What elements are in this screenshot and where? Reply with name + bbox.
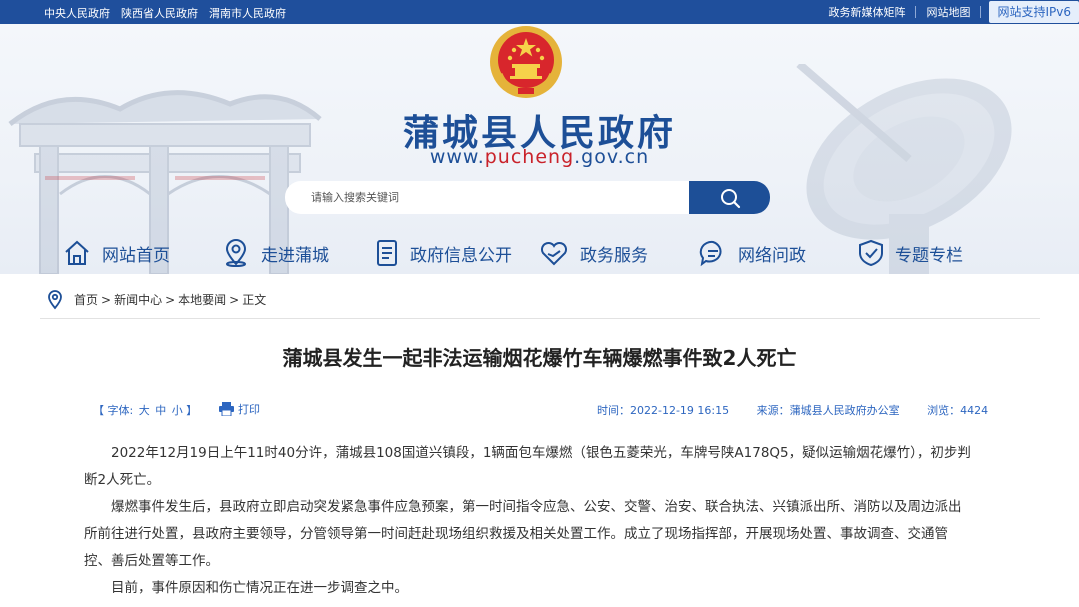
printer-icon: [219, 402, 234, 416]
url-suffix: .gov.cn: [574, 146, 650, 168]
national-emblem-logo: [490, 26, 562, 98]
breadcrumb-separator: >: [229, 292, 240, 307]
location-pin-icon: [48, 289, 62, 309]
url-prefix: www.: [429, 146, 485, 168]
nav-label: 专题专栏: [895, 245, 963, 266]
breadcrumb-news-center[interactable]: 新闻中心: [114, 291, 162, 308]
article-paragraph: 2022年12月19日上午11时40分许，蒲城县108国道兴镇段，1辆面包车爆燃…: [84, 445, 971, 488]
location-icon: [225, 239, 247, 267]
font-size-close: 】: [186, 404, 198, 417]
document-icon: [377, 240, 397, 266]
breadcrumb-separator: >: [101, 292, 112, 307]
nav-home[interactable]: 网站首页: [62, 232, 170, 274]
link-shaanxi-gov[interactable]: 陕西省人民政府: [121, 5, 198, 21]
link-new-media[interactable]: 政务新媒体矩阵: [818, 4, 915, 20]
nav-gov-info[interactable]: 政府信息公开: [374, 232, 512, 274]
home-icon: [65, 240, 89, 265]
nav-label: 政务服务: [580, 245, 648, 266]
print-label: 打印: [238, 403, 260, 416]
nav-inquiry[interactable]: 网络问政: [698, 232, 806, 274]
url-highlight: pucheng: [484, 146, 575, 168]
article-title: 蒲城县发生一起非法运输烟花爆竹车辆爆燃事件致2人死亡: [282, 346, 797, 370]
shield-icon: [859, 239, 883, 267]
font-size-small[interactable]: 小: [172, 404, 183, 417]
view-count: 浏览：4424: [927, 404, 989, 417]
top-links-right: 政务新媒体矩阵 网站地图 网站支持IPv6: [818, 0, 1079, 24]
link-central-gov[interactable]: 中央人民政府: [44, 5, 110, 21]
article-source: 来源：蒲城县人民政府办公室: [756, 404, 900, 417]
site-url: www.pucheng.gov.cn: [0, 146, 1079, 168]
top-bar: 中央人民政府 陕西省人民政府 渭南市人民政府 政务新媒体矩阵 网站地图 网站支持…: [0, 0, 1079, 24]
font-size-label: 【 字体:: [93, 404, 134, 417]
search-button[interactable]: [689, 181, 770, 214]
print-button[interactable]: 打印: [219, 401, 260, 417]
breadcrumb-separator: >: [165, 292, 176, 307]
nav-topics[interactable]: 专题专栏: [857, 232, 963, 274]
font-size-medium[interactable]: 中: [155, 404, 166, 417]
heart-hand-icon: [540, 241, 568, 266]
article-info: 时间：2022-12-19 16:15 来源：蒲城县人民政府办公室 浏览：442…: [597, 402, 1012, 418]
nav-services[interactable]: 政务服务: [538, 232, 648, 274]
top-links-left: 中央人民政府 陕西省人民政府 渭南市人民政府: [44, 5, 286, 21]
breadcrumb-local-news[interactable]: 本地要闻: [178, 291, 226, 308]
nav-label: 网站首页: [102, 245, 170, 266]
font-size-control: 【 字体: 大 中 小 】: [93, 402, 197, 418]
article-paragraph: 目前，事件原因和伤亡情况正在进一步调查之中。: [111, 580, 408, 596]
nav-label: 网络问政: [738, 245, 806, 266]
main-nav: 网站首页 走进蒲城 政府信息公开 政务服务 网络问政 专题专栏: [0, 232, 1079, 274]
nav-label: 政府信息公开: [410, 245, 512, 266]
breadcrumb-home[interactable]: 首页: [74, 291, 98, 308]
search-icon: [720, 188, 740, 208]
article-paragraph: 爆燃事件发生后，县政府立即启动突发紧急事件应急预案，第一时间指令应急、公安、交警…: [84, 499, 962, 569]
header-banner: 蒲城县人民政府 www.pucheng.gov.cn 网站首页 走进蒲城: [0, 24, 1079, 274]
search-input[interactable]: [285, 181, 689, 214]
breadcrumb: 首页 > 新闻中心 > 本地要闻 > 正文: [40, 287, 1040, 319]
article-meta: 【 字体: 大 中 小 】 打印 时间：2022-12-19 16:15 来源：…: [93, 401, 988, 418]
link-weinan-gov[interactable]: 渭南市人民政府: [209, 5, 286, 21]
link-sitemap[interactable]: 网站地图: [916, 4, 980, 20]
nav-about[interactable]: 走进蒲城: [221, 232, 329, 274]
nav-label: 走进蒲城: [261, 245, 329, 266]
search-box: [285, 181, 770, 214]
chat-icon: [699, 240, 722, 267]
divider: [980, 6, 982, 18]
publish-time: 时间：2022-12-19 16:15: [597, 404, 730, 417]
article-body: 2022年12月19日上午11时40分许，蒲城县108国道兴镇段，1辆面包车爆燃…: [84, 440, 974, 602]
font-size-large[interactable]: 大: [139, 404, 150, 417]
ipv6-badge[interactable]: 网站支持IPv6: [989, 1, 1079, 23]
breadcrumb-current: 正文: [242, 293, 267, 307]
